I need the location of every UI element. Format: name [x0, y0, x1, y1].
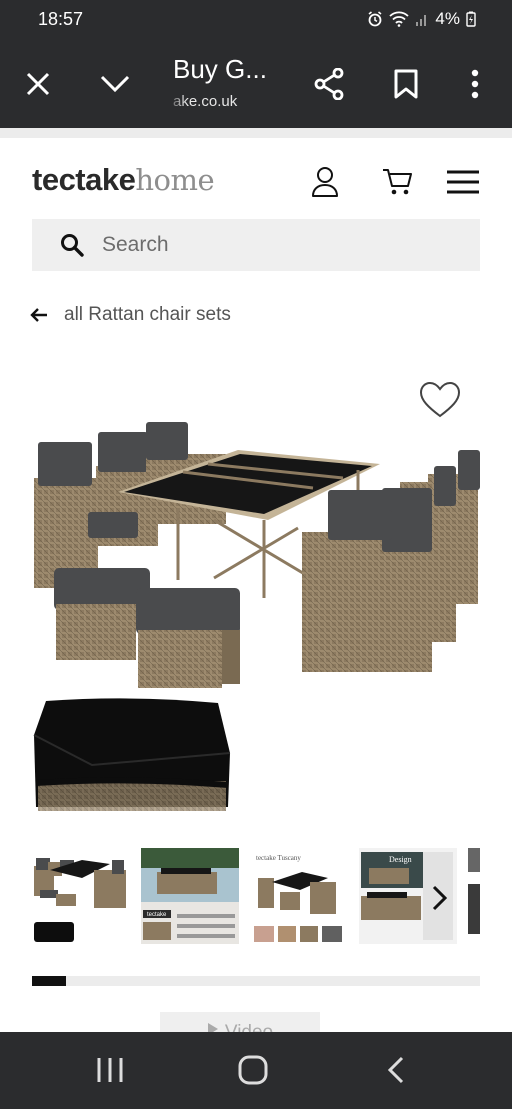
- product-cover-image[interactable]: [32, 695, 232, 817]
- back-button[interactable]: [366, 1050, 426, 1090]
- thumbnail-image: [468, 848, 480, 934]
- product-main-image[interactable]: [28, 408, 484, 688]
- more-options-button[interactable]: [453, 62, 497, 106]
- share-icon: [314, 68, 344, 100]
- account-button[interactable]: [305, 162, 345, 202]
- thumbnail-1[interactable]: [32, 848, 130, 944]
- logo-light-text: home: [135, 163, 215, 197]
- thumbnail-image: tectake: [141, 848, 239, 944]
- url-fade: [165, 90, 187, 114]
- gallery-progress-fill: [32, 976, 67, 986]
- play-icon: [207, 1023, 218, 1032]
- recent-apps-button[interactable]: [80, 1050, 140, 1090]
- search-input[interactable]: [102, 229, 462, 261]
- close-icon: [26, 72, 50, 96]
- thumbnail-text: Design: [389, 855, 412, 864]
- thumbnail-text: tectake Tuscany: [256, 854, 301, 862]
- thumbnail-3[interactable]: tectake Tuscany: [250, 848, 348, 944]
- back-icon: [387, 1056, 404, 1084]
- gallery-next-button[interactable]: [424, 883, 454, 913]
- search-icon: [61, 234, 84, 257]
- status-icons: 4%: [367, 9, 476, 29]
- more-vert-icon: [471, 69, 479, 99]
- chevron-right-icon: [432, 885, 447, 911]
- browser-toolbar: Buy G... ake.co.uk: [0, 40, 512, 128]
- bookmark-icon: [394, 69, 418, 99]
- home-icon: [238, 1055, 268, 1085]
- share-button[interactable]: [307, 62, 351, 106]
- logo-bold-text: tectake: [32, 162, 136, 197]
- system-nav-bar: [0, 1032, 512, 1109]
- footstools: [54, 568, 240, 688]
- user-icon: [312, 167, 338, 197]
- video-label: Video: [225, 1022, 273, 1032]
- thumbnail-2[interactable]: tectake: [141, 848, 239, 944]
- status-bar: 18:57 4%: [0, 0, 512, 40]
- chevron-down-icon: [100, 75, 130, 93]
- web-page: tectakehome all Rattan chair sets: [0, 138, 512, 1032]
- menu-icon: [447, 170, 479, 194]
- bookmark-button[interactable]: [384, 62, 428, 106]
- arrow-left-icon: [30, 308, 47, 322]
- thumbnail-image: [34, 858, 126, 942]
- video-button[interactable]: Video: [160, 1012, 320, 1032]
- toolbar-separator: [0, 128, 512, 138]
- breadcrumb-back-link[interactable]: all Rattan chair sets: [30, 304, 231, 326]
- breadcrumb-label: all Rattan chair sets: [64, 304, 231, 325]
- site-logo[interactable]: tectakehome: [32, 162, 215, 198]
- cart-icon: [383, 169, 412, 195]
- thumbnail-5[interactable]: [468, 848, 480, 944]
- search-bar[interactable]: [32, 219, 480, 271]
- wifi-icon: [389, 11, 410, 27]
- page-title: Buy G...: [173, 54, 267, 84]
- battery-percent: 4%: [435, 9, 460, 28]
- alarm-icon: [368, 11, 382, 27]
- recent-apps-icon: [97, 1058, 123, 1082]
- cart-button[interactable]: [378, 162, 418, 202]
- battery-charging-icon: [466, 11, 476, 27]
- menu-button[interactable]: [443, 162, 483, 202]
- gallery-progress-track: [32, 976, 480, 986]
- signal-icon: [416, 15, 427, 26]
- home-button[interactable]: [223, 1050, 283, 1090]
- close-tab-button[interactable]: [16, 62, 60, 106]
- thumbnail-text: tectake: [147, 912, 167, 918]
- thumbnail-image: tectake Tuscany: [254, 854, 342, 942]
- status-time: 18:57: [38, 9, 84, 29]
- minimize-button[interactable]: [93, 62, 137, 106]
